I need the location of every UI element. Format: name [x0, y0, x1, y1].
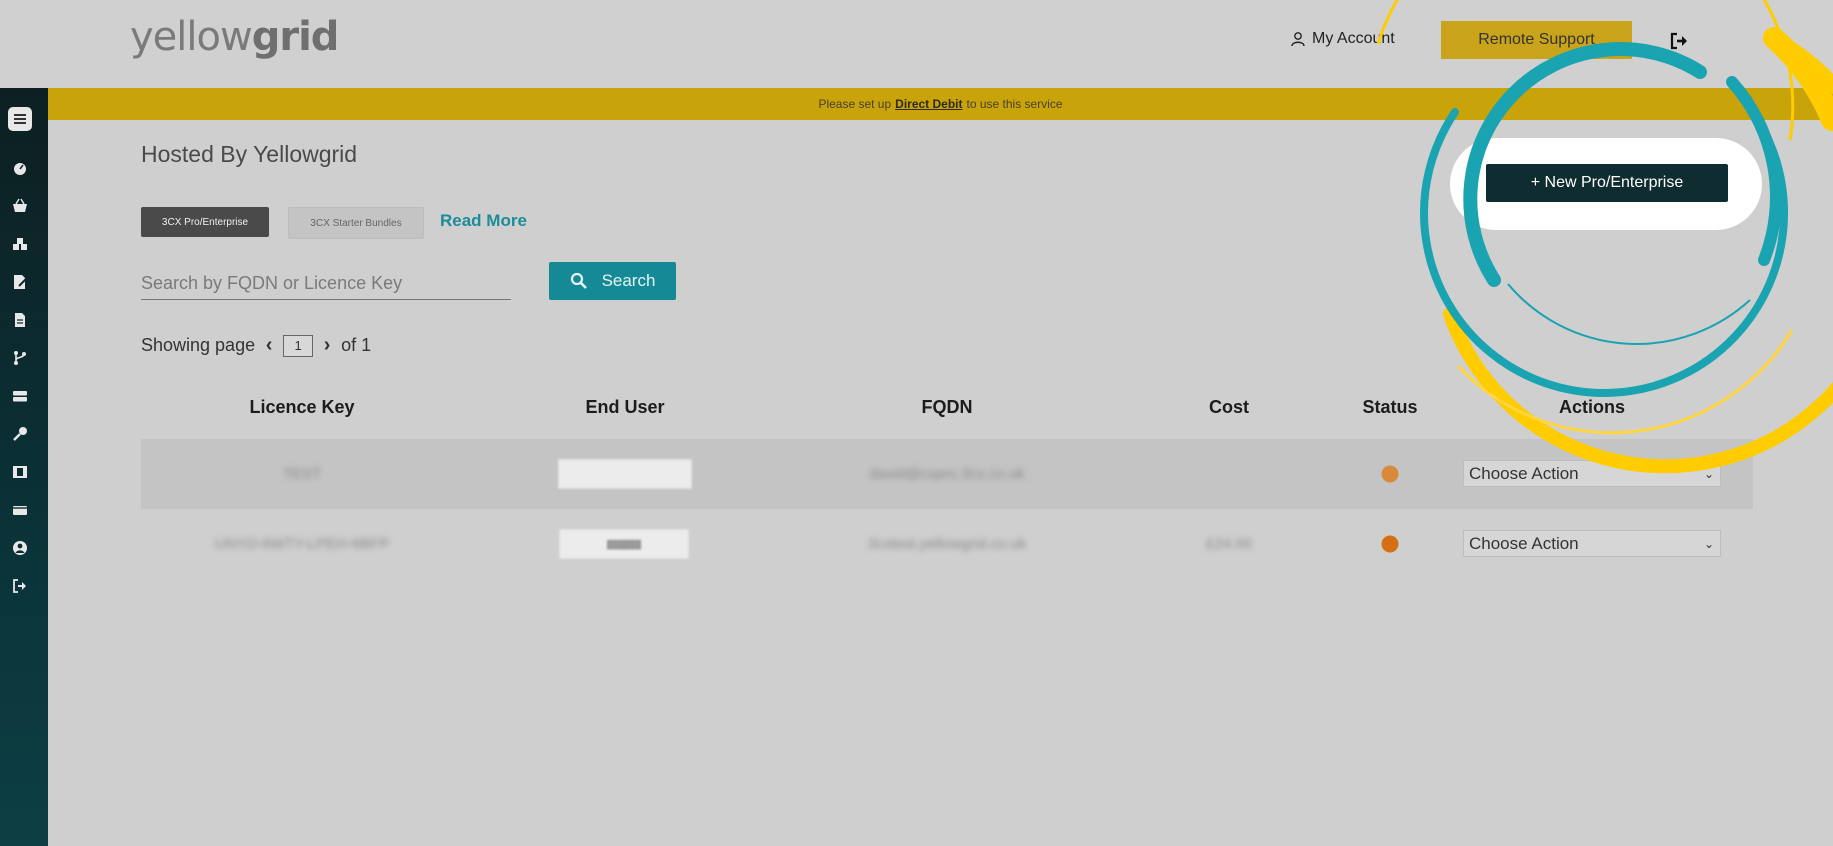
fqdn-cell: david@cxpro.3cx.co.uk	[869, 465, 1025, 483]
new-pro-enterprise-button[interactable]: + New Pro/Enterprise	[1486, 164, 1728, 202]
fqdn-cell: 3cxtest.yellowgrid.co.uk	[867, 535, 1027, 553]
tab-3cx-pro-enterprise[interactable]: 3CX Pro/Enterprise	[141, 207, 269, 237]
card-icon[interactable]	[12, 502, 28, 518]
search-input[interactable]	[141, 268, 511, 300]
chevron-right-icon[interactable]: ›	[321, 334, 333, 357]
cost-cell: £24.00	[1206, 535, 1252, 553]
column-header-status[interactable]: Status	[1362, 397, 1417, 418]
end-user-cell	[558, 459, 692, 489]
search-icon	[570, 272, 587, 289]
top-header: yellowgrid My Account Remote Support	[0, 0, 1833, 88]
column-header-actions: Actions	[1558, 397, 1626, 417]
search-button[interactable]: Search	[549, 262, 676, 300]
chevron-left-icon[interactable]: ‹	[263, 334, 275, 357]
licence-key-cell: UNYD-6WTY-LPEH-6BFP	[214, 535, 390, 553]
logo-text-light: yellow	[130, 14, 253, 60]
pagination: Showing page ‹ 1 › of 1	[141, 334, 371, 357]
choose-action-label: Choose Action	[1469, 533, 1579, 553]
banner-prefix: Please set up	[818, 97, 892, 111]
logout-icon[interactable]	[12, 578, 28, 594]
end-user-cell: ██████	[559, 529, 689, 559]
status-dot	[1381, 535, 1399, 553]
yellowgrid-logo[interactable]: yellowgrid	[130, 14, 340, 60]
direct-debit-link[interactable]: Direct Debit	[895, 97, 962, 111]
banner-suffix: to use this service	[966, 97, 1063, 111]
pager-prefix: Showing page	[141, 335, 256, 355]
table-row: TEST david@cxpro.3cx.co.uk Choose Action…	[141, 439, 1753, 509]
direct-debit-banner: Please set up Direct Debit to use this s…	[48, 88, 1833, 120]
read-more-link[interactable]: Read More	[440, 211, 527, 231]
column-header-cost[interactable]: Cost	[1209, 397, 1249, 418]
table-row: UNYD-6WTY-LPEH-6BFP ██████ 3cxtest.yello…	[141, 509, 1753, 579]
column-header-licence-key[interactable]: Licence Key	[249, 397, 354, 418]
chevron-down-icon: ⌄	[1703, 466, 1714, 481]
user-icon	[1291, 32, 1305, 47]
column-header-fqdn[interactable]: FQDN	[922, 397, 973, 418]
pager-suffix: of 1	[341, 335, 372, 355]
search-button-label: Search	[601, 271, 656, 290]
logo-text-bold: grid	[251, 14, 340, 60]
server-icon[interactable]	[12, 388, 28, 404]
film-icon[interactable]	[12, 464, 28, 480]
user-circle-icon[interactable]	[12, 540, 28, 556]
basket-icon[interactable]	[12, 198, 28, 214]
menu-icon[interactable]	[8, 107, 32, 131]
document-icon[interactable]	[12, 312, 28, 328]
remote-support-button[interactable]: Remote Support	[1441, 21, 1632, 59]
choose-action-select[interactable]: Choose Action ⌄	[1463, 460, 1721, 487]
choose-action-label: Choose Action	[1469, 463, 1579, 483]
sidebar	[0, 88, 48, 846]
page-number-input[interactable]: 1	[283, 334, 314, 357]
edit-document-icon[interactable]	[12, 274, 28, 290]
dashboard-icon[interactable]	[12, 160, 28, 176]
remote-support-label: Remote Support	[1478, 31, 1595, 48]
choose-action-select[interactable]: Choose Action ⌄	[1463, 530, 1721, 557]
my-account-label: My Account	[1312, 30, 1395, 47]
page-title: Hosted By Yellowgrid	[141, 141, 358, 167]
logout-icon[interactable]	[1669, 31, 1691, 51]
branch-icon[interactable]	[12, 350, 28, 366]
new-pro-enterprise-label: + New Pro/Enterprise	[1530, 174, 1684, 191]
my-account-link[interactable]: My Account	[1290, 30, 1395, 48]
column-header-end-user[interactable]: End User	[585, 397, 664, 418]
highlight-rings	[1376, 0, 1833, 474]
chevron-down-icon: ⌄	[1703, 536, 1714, 551]
status-dot	[1381, 465, 1399, 483]
key-icon[interactable]	[12, 426, 28, 442]
licence-key-cell: TEST	[282, 465, 322, 483]
tab-3cx-starter-bundles[interactable]: 3CX Starter Bundles	[288, 207, 424, 239]
boxes-icon[interactable]	[12, 236, 28, 252]
